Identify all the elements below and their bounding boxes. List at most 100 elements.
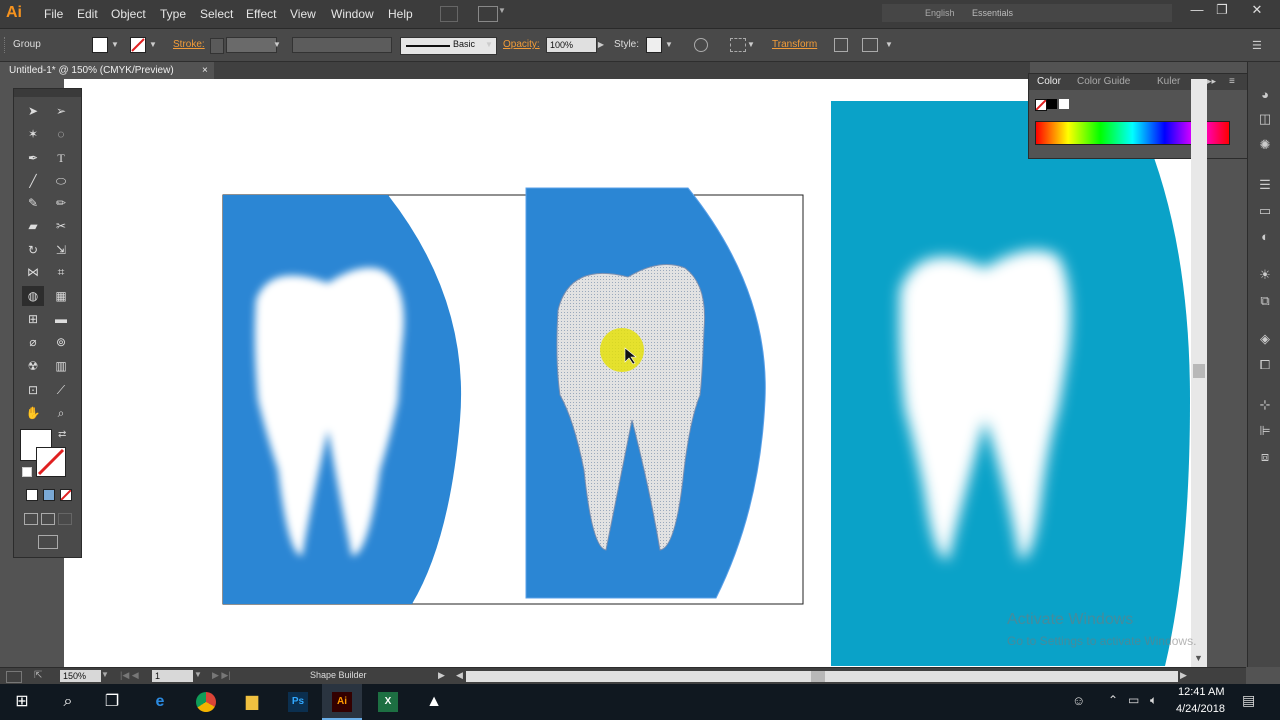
default-colors-icon[interactable] [22,467,32,477]
pathfinder-panel-icon[interactable]: ⧈ [1256,448,1274,466]
blend-tool-icon[interactable]: ⊚ [50,332,72,352]
graphic-styles-icon[interactable]: ⧉ [1256,292,1274,310]
none-mode-icon[interactable] [60,489,72,501]
illustrator-icon[interactable]: Ai [322,684,362,720]
status-menu-arrow-icon[interactable]: ▶ [438,670,445,681]
clock-time[interactable]: 12:41 AM [1178,686,1224,698]
first-artboard-icon[interactable]: |◀ ◀ [120,670,139,681]
vertical-scrollbar[interactable]: ▼ [1191,79,1207,667]
artboard-dropdown-icon[interactable]: ▼ [194,670,202,679]
slice-tool-icon[interactable]: ⟋ [50,380,72,400]
tooth-logo-right [831,101,1190,666]
column-graph-tool-icon[interactable]: ▥ [50,356,72,376]
color-panel-menu-icon[interactable]: ≡ [1229,76,1235,87]
stroke-panel-icon[interactable]: ☰ [1256,176,1274,194]
direct-selection-tool-icon[interactable]: ➢ [50,101,72,121]
gradient-panel-icon[interactable]: ▭ [1256,202,1274,220]
clock-date[interactable]: 4/24/2018 [1176,703,1225,715]
network-icon[interactable]: ▭ [1128,693,1139,707]
appearance-panel-icon[interactable]: ☀ [1256,266,1274,284]
edge-browser-icon[interactable]: e [140,684,180,720]
scale-tool-icon[interactable]: ⇲ [50,240,72,260]
tooth-logo-middle [525,187,766,599]
line-tool-icon[interactable]: ╱ [22,171,44,191]
excel-icon[interactable]: X [368,684,408,720]
people-icon[interactable]: ☺ [1072,693,1085,708]
color-guide-icon[interactable]: ◫ [1256,110,1274,128]
rotate-view-icon[interactable] [6,671,22,683]
pencil-tool-icon[interactable]: ✏ [50,193,72,213]
ellipse-tool-icon[interactable]: ⬭ [50,171,72,191]
color-panel-icon[interactable]: ◕ [1256,86,1274,104]
draw-behind-icon[interactable] [41,513,55,525]
chrome-icon[interactable] [186,684,226,720]
scissors-tool-icon[interactable]: ✂ [50,216,72,236]
vertical-scroll-thumb[interactable] [1193,364,1205,378]
rotate-tool-icon[interactable]: ↻ [22,240,44,260]
scroll-right-arrow-icon[interactable]: ▶ [1180,670,1187,681]
free-transform-tool-icon[interactable]: ⌗ [50,262,72,282]
kuler-icon[interactable]: ✺ [1256,136,1274,154]
width-tool-icon[interactable]: ⋈ [22,262,44,282]
no-stroke-icon [37,448,65,476]
panel-white-swatch[interactable] [1059,99,1069,109]
screen-mode-icon[interactable] [38,535,58,549]
tab-color[interactable]: Color [1037,76,1061,87]
scroll-down-arrow-icon[interactable]: ▼ [1194,653,1203,663]
scroll-left-arrow-icon[interactable]: ◀ [456,670,463,681]
transform-panel-icon[interactable]: ⊹ [1256,396,1274,414]
start-windows-icon[interactable]: ⊞ [2,684,42,720]
tools-panel: ➤ ➢ ✶ ◌ ✒ T ╱ ⬭ ✎ ✏ ▰ ✂ ↻ ⇲ ⋈ ⌗ ◍ ▦ ⊞ ▬ … [13,88,82,558]
panel-black-swatch[interactable] [1047,99,1057,109]
show-hidden-icons-icon[interactable]: ⌃ [1108,693,1118,707]
type-tool-icon[interactable]: T [50,148,72,168]
panel-none-swatch[interactable] [1035,99,1047,111]
symbol-sprayer-tool-icon[interactable]: ☢ [22,356,44,376]
swap-colors-icon[interactable]: ⇄ [58,429,66,440]
tab-kuler[interactable]: Kuler [1157,76,1180,87]
activate-windows-subtitle: Go to Settings to activate Windows. [1007,634,1197,648]
draw-normal-icon[interactable] [24,513,38,525]
zoom-dropdown-icon[interactable]: ▼ [101,670,109,679]
magic-wand-tool-icon[interactable]: ✶ [22,124,44,144]
volume-icon[interactable]: 🔈︎ [1150,693,1157,708]
search-icon[interactable]: ⌕ [48,684,88,720]
zoom-field[interactable]: 150% [60,670,101,682]
task-view-icon[interactable]: ❐ [92,684,132,720]
mesh-tool-icon[interactable]: ⊞ [22,309,44,329]
pen-tool-icon[interactable]: ✒ [22,148,44,168]
photos-icon[interactable]: ▲ [414,684,454,720]
eraser-tool-icon[interactable]: ▰ [22,216,44,236]
transparency-panel-icon[interactable]: ◐ [1256,228,1274,246]
shape-builder-tool-icon[interactable]: ◍ [22,286,44,306]
share-icon[interactable]: ⇱ [34,670,42,681]
lasso-tool-icon[interactable]: ◌ [50,124,72,144]
file-explorer-icon[interactable]: ▆ [232,684,272,720]
artboard-tool-icon[interactable]: ⊡ [22,380,44,400]
align-panel-icon[interactable]: ⊫ [1256,422,1274,440]
selection-tool-icon[interactable]: ➤ [22,101,44,121]
color-mode-icon[interactable] [26,489,38,501]
stroke-color-box[interactable] [36,447,66,477]
next-artboard-icon[interactable]: ▶ ▶| [212,670,231,681]
perspective-grid-tool-icon[interactable]: ▦ [50,286,72,306]
tab-color-guide[interactable]: Color Guide [1077,76,1130,87]
notifications-icon[interactable]: ▤ [1242,692,1255,709]
cursor-highlight [600,328,644,372]
eyedropper-tool-icon[interactable]: ⌀ [22,332,44,352]
hand-tool-icon[interactable]: ✋ [22,403,44,423]
horizontal-scrollbar[interactable] [466,671,1178,682]
status-tool-name[interactable]: Shape Builder [310,670,367,680]
none-slash-icon [60,489,72,501]
artboards-panel-icon[interactable]: ⧠ [1256,356,1274,374]
artboard-number-field[interactable]: 1 [152,670,193,682]
collapse-panel-icon[interactable]: ▸▸ [1207,76,1216,87]
paintbrush-tool-icon[interactable]: ✎ [22,193,44,213]
gradient-mode-icon[interactable] [43,489,55,501]
zoom-tool-icon[interactable]: ⌕ [50,403,72,423]
draw-inside-icon[interactable] [58,513,72,525]
horizontal-scroll-thumb[interactable] [811,671,825,682]
gradient-tool-icon[interactable]: ▬ [50,309,72,329]
layers-panel-icon[interactable]: ◈ [1256,330,1274,348]
photoshop-icon[interactable]: Ps [278,684,318,720]
